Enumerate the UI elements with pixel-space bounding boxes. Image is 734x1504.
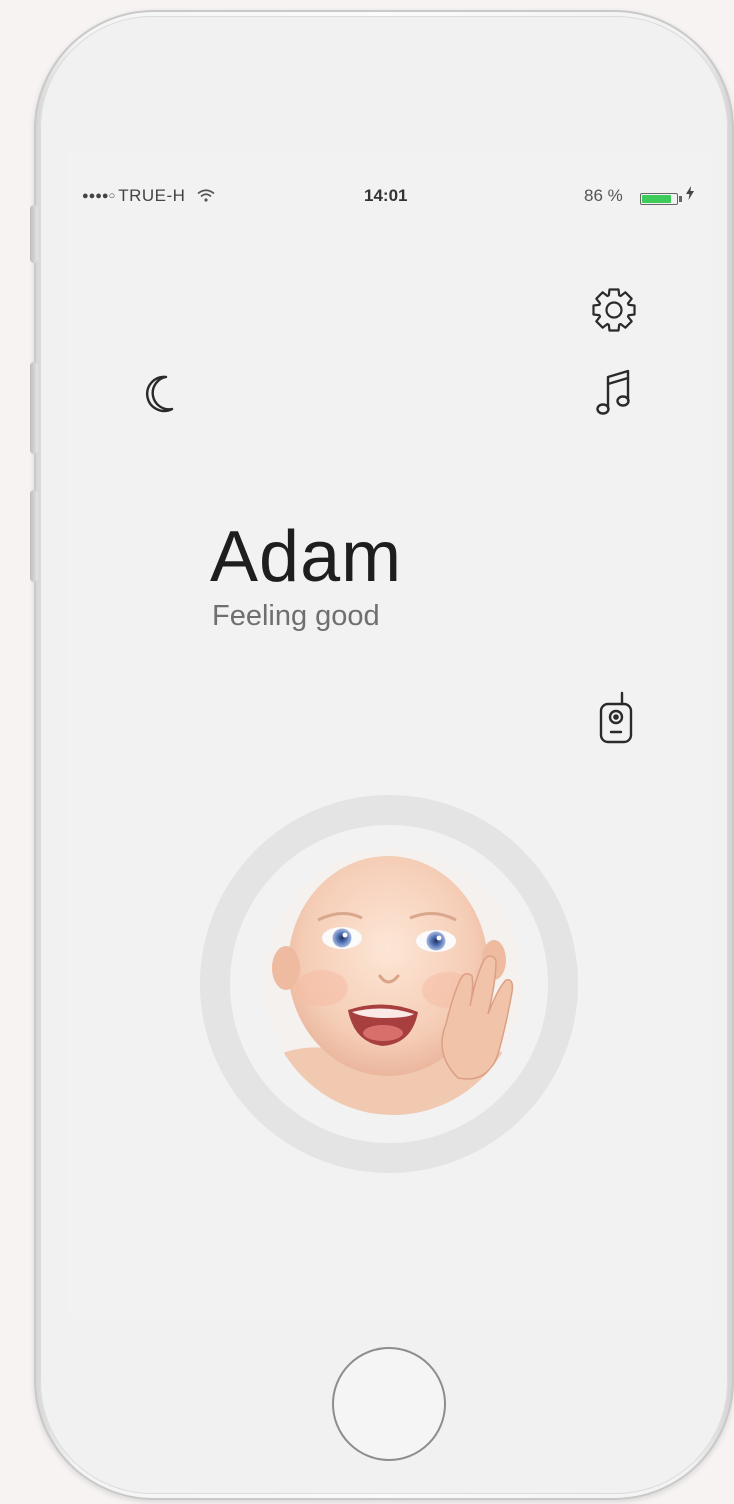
moon-icon[interactable] [138,372,182,416]
battery-icon [640,193,678,205]
gear-icon[interactable] [588,284,640,336]
status-carrier: ●●●●○ TRUE-H [82,186,215,206]
baby-name: Adam [210,517,403,597]
carrier-name: TRUE-H [118,186,186,205]
baby-monitor-icon[interactable] [596,690,636,746]
mute-switch [30,205,38,263]
battery-level [642,195,672,203]
app-mockup: ●●●●○ TRUE-H 14:01 86 % Adam Feeling goo… [0,0,734,1504]
wifi-icon [191,186,215,205]
status-time: 14:01 [364,186,408,205]
volume-down-button [30,490,38,582]
battery-percent: 86 % [584,186,623,205]
home-button[interactable] [332,1347,446,1461]
baby-photo[interactable] [262,848,524,1116]
signal-strength: ●●●●○ [82,190,116,202]
battery-nub [679,196,682,202]
volume-up-button [30,362,38,454]
baby-status: Feeling good [212,600,380,632]
charging-icon [686,186,694,203]
music-note-icon[interactable] [594,368,636,418]
